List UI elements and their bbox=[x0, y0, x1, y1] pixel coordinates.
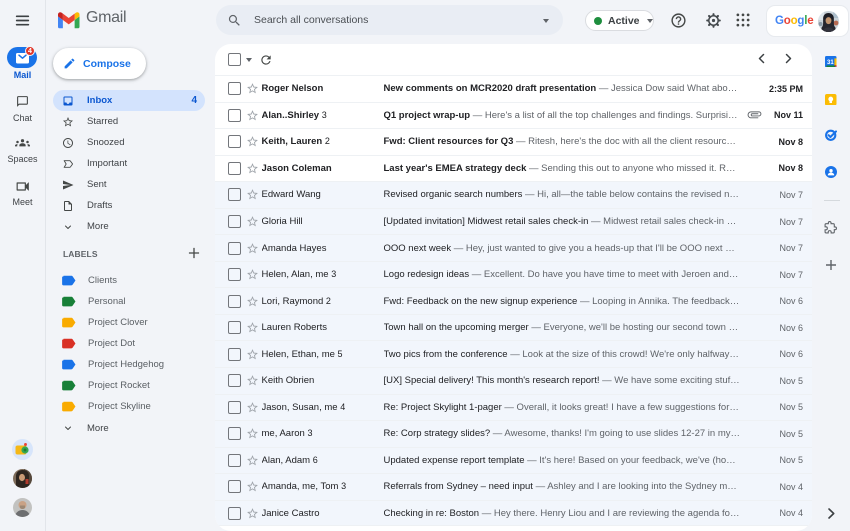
svg-text:31: 31 bbox=[827, 60, 834, 66]
